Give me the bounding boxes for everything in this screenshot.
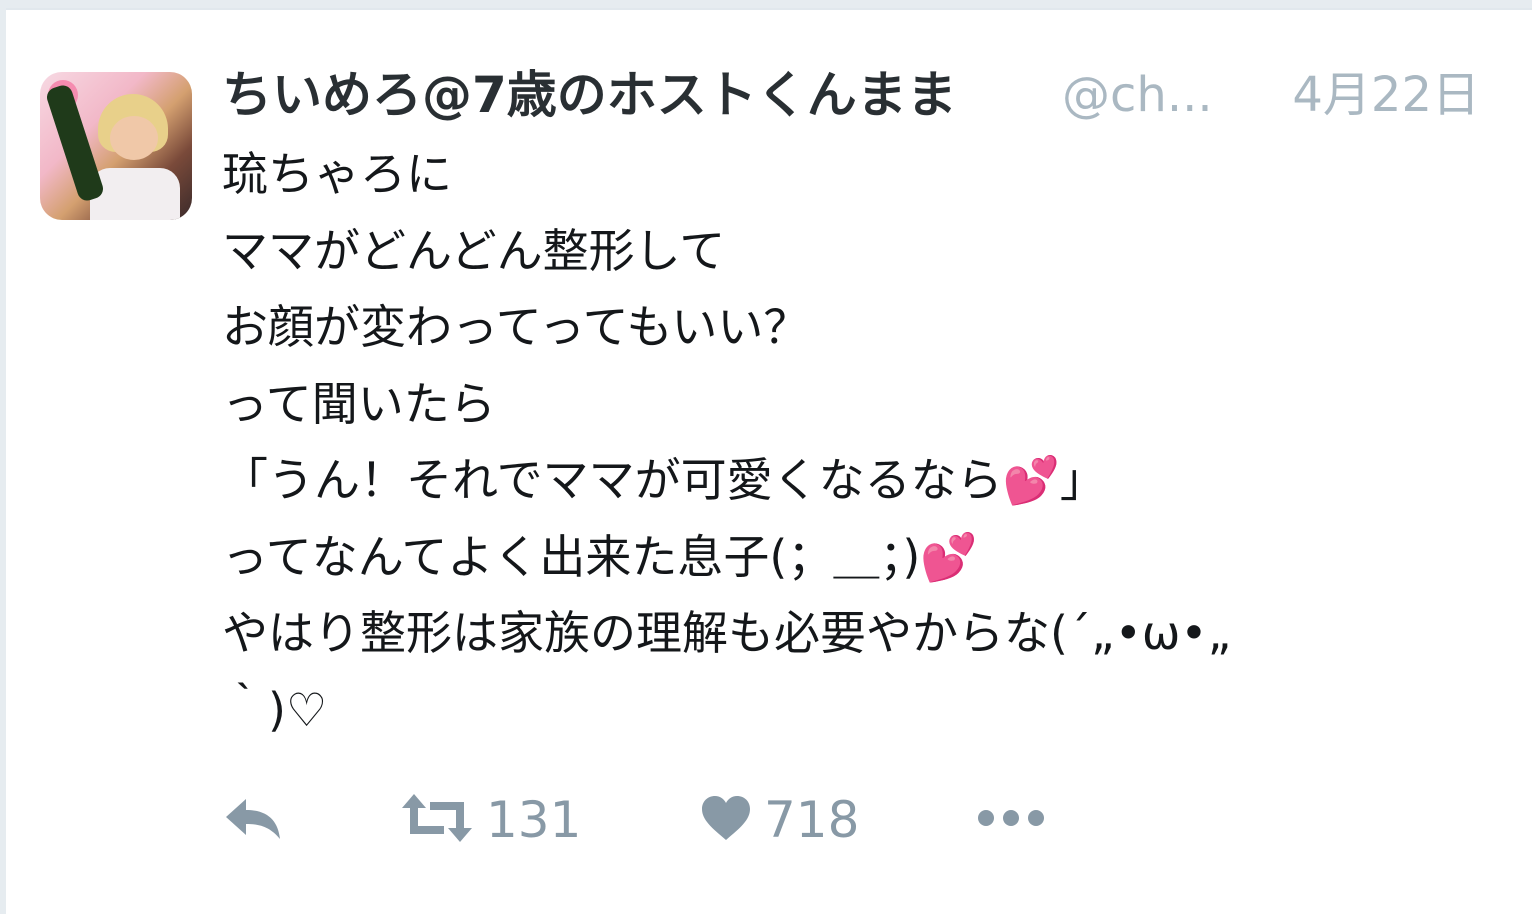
tweet-line: って聞いたら <box>222 376 496 431</box>
more-button[interactable] <box>976 780 1046 860</box>
tweet-line: 琉ちゃろに <box>222 147 452 201</box>
avatar-bottle <box>44 82 106 204</box>
tweet-line: 」 <box>1059 453 1106 507</box>
more-icon <box>976 806 1046 834</box>
retweet-button[interactable]: 131 <box>400 780 581 860</box>
tweet-header: ちいめろ@7歳のホストくんまま @ch... 4月22日 <box>222 62 1502 128</box>
tweet-line: やはり整形は家族の理解も必要やからな(´„•ω•„ <box>222 606 1232 660</box>
heart-icon <box>700 794 752 846</box>
author-name[interactable]: ちいめろ@7歳のホストくんまま <box>222 62 957 128</box>
retweet-icon <box>400 790 474 850</box>
reply-button[interactable] <box>222 780 286 860</box>
tweet-line: ってなんてよく出来た息子(；＿；) <box>222 529 921 584</box>
like-button[interactable]: 718 <box>700 780 859 860</box>
tweet-line: ｀)♡ <box>222 682 328 737</box>
tweet-actions: 131 718 <box>222 780 1122 860</box>
tweet-line: お顔が変わってってもいい？ <box>222 300 810 354</box>
author-handle[interactable]: @ch... <box>1062 62 1222 128</box>
avatar[interactable] <box>40 72 192 220</box>
avatar-face <box>110 116 158 160</box>
avatar-shirt <box>90 168 180 220</box>
heart-emoji: 💕 <box>920 529 978 584</box>
tweet-text: 琉ちゃろに ママがどんどん整形して お顔が変わってってもいい？ って聞いたら 「… <box>222 136 1462 748</box>
tweet-line: ママがどんどん整形して <box>222 223 726 278</box>
heart-emoji: 💕 <box>1002 453 1060 507</box>
reply-icon <box>222 793 286 847</box>
tweet-date[interactable]: 4月22日 <box>1292 62 1480 128</box>
retweet-count: 131 <box>486 791 582 849</box>
tweet-line: 「うん！それでママが可愛くなるなら <box>222 453 1003 507</box>
like-count: 718 <box>764 791 860 849</box>
